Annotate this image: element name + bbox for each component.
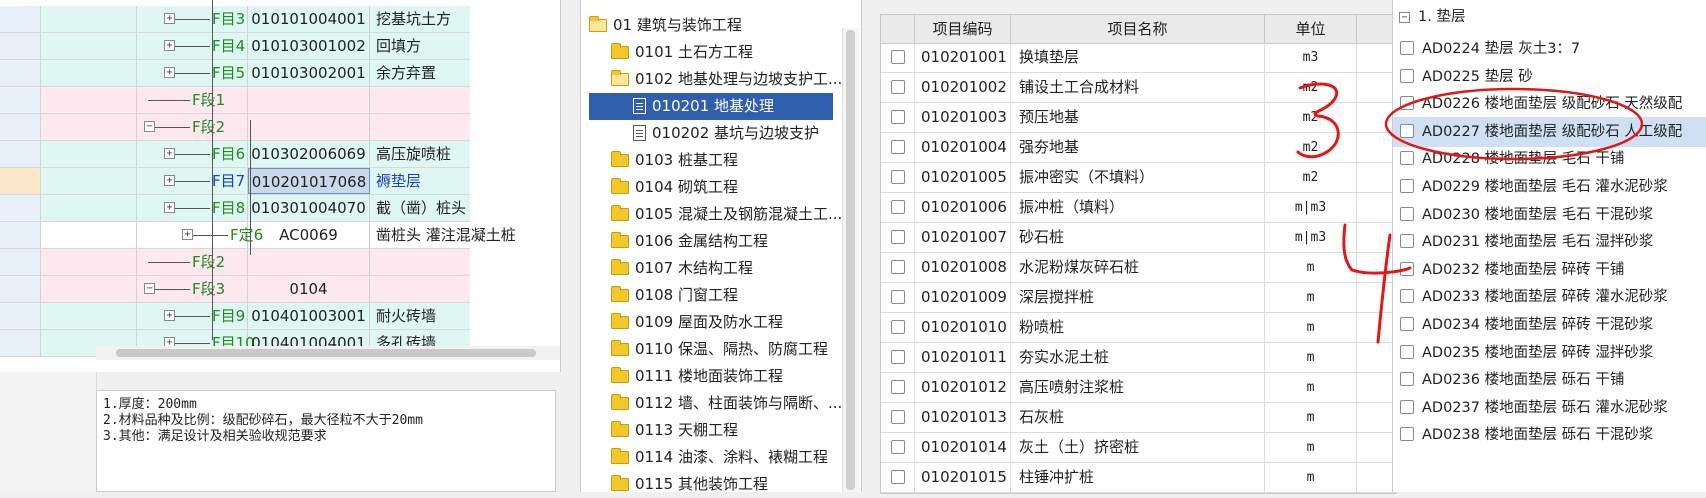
red-circle-annotation [1384,87,1644,161]
handwritten-annotations [1296,82,1644,344]
handwritten-3-annotation [1296,82,1340,159]
handwritten-4-annotation [1342,223,1412,344]
